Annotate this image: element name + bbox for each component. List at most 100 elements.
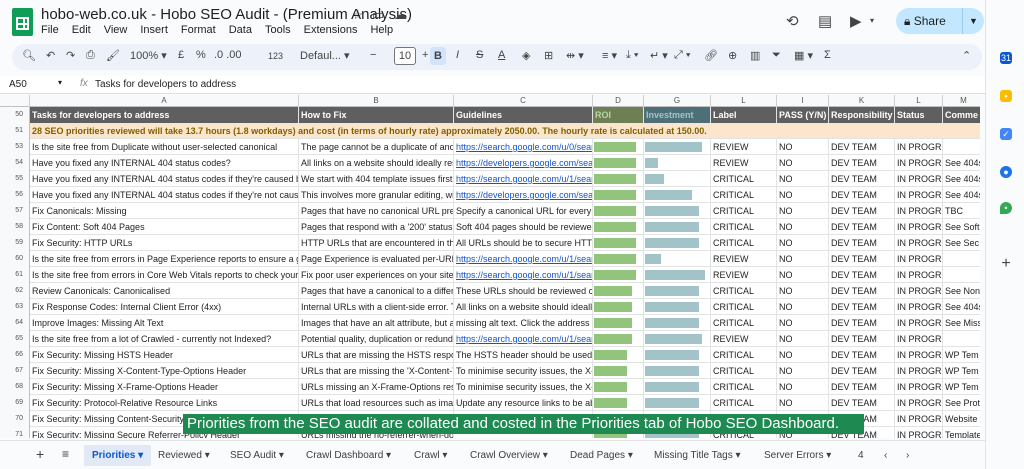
cell-task[interactable]: Have you fixed any INTERNAL 404 status c…: [30, 187, 299, 203]
cell-guide[interactable]: To minimise security issues, the X-: [454, 379, 593, 395]
cell-guide[interactable]: missing alt text. Click the address: [454, 315, 593, 331]
cell-inv[interactable]: [644, 187, 711, 203]
sheets-logo-icon[interactable]: [12, 8, 33, 36]
cell-status[interactable]: IN PROGR: [895, 379, 943, 395]
cell-comment[interactable]: WP Tem: [943, 363, 980, 379]
cell-roi[interactable]: [593, 203, 644, 219]
cell-fix[interactable]: Pages that respond with a '200' status: [299, 219, 454, 235]
cell-status[interactable]: IN PROGRESS: [895, 251, 943, 267]
cell-inv[interactable]: [644, 171, 711, 187]
cell-pass[interactable]: NO: [777, 187, 829, 203]
cell-guide[interactable]: All URLs should be to secure HTTI: [454, 235, 593, 251]
cell-guide[interactable]: Update any resource links to be ab: [454, 395, 593, 411]
star-icon[interactable]: ☆: [352, 7, 364, 23]
cell-fix[interactable]: Pages that have no canonical URL pre: [299, 203, 454, 219]
cell-status[interactable]: IN PROGR: [895, 299, 943, 315]
cell-comment[interactable]: See 404s: [943, 171, 980, 187]
font-size-decrease-icon[interactable]: −: [370, 49, 376, 61]
guide-text[interactable]: https://search.google.com/u/0/sear: [456, 142, 592, 152]
guide-text[interactable]: Specify a canonical URL for every: [456, 206, 591, 216]
cell-pass[interactable]: NO: [777, 171, 829, 187]
tasks-icon[interactable]: ✓: [1000, 128, 1012, 140]
cell-fix[interactable]: Images that have an alt attribute, but a…: [299, 315, 454, 331]
redo-icon[interactable]: ↷: [66, 49, 75, 62]
tab-missing-title-tags[interactable]: Missing Title Tags ▾: [654, 450, 741, 461]
cell-task[interactable]: Is the site free from errors in Page Exp…: [30, 251, 299, 267]
calendar-icon[interactable]: 31: [1000, 52, 1012, 64]
cell-guide[interactable]: The HSTS header should be used: [454, 347, 593, 363]
header-cell-5[interactable]: Label: [711, 107, 777, 123]
summary-note-text[interactable]: 28 SEO priorities reviewed will take 13.…: [30, 123, 980, 139]
text-wrap-icon[interactable]: ↵ ▾: [650, 49, 668, 62]
header-cell-6[interactable]: PASS (Y/N): [777, 107, 829, 123]
contacts-icon[interactable]: ●: [1000, 166, 1012, 178]
cell-roi[interactable]: [593, 155, 644, 171]
meet-dropdown-icon[interactable]: ▾: [870, 16, 874, 25]
cell-resp[interactable]: DEV TEAM: [829, 283, 895, 299]
column-header-i[interactable]: I: [777, 95, 829, 107]
cell-comment[interactable]: WP Tem: [943, 379, 980, 395]
guide-text[interactable]: https://developers.google.com/sea: [456, 158, 592, 168]
cell-inv[interactable]: [644, 251, 711, 267]
menu-item-edit[interactable]: Edit: [72, 24, 91, 36]
cell-pass[interactable]: NO: [777, 267, 829, 283]
tab-dead-pages[interactable]: Dead Pages ▾: [570, 450, 633, 461]
cell-comment[interactable]: See Soft: [943, 219, 980, 235]
cell-comment[interactable]: See 404s: [943, 187, 980, 203]
cell-inv[interactable]: [644, 219, 711, 235]
cell-label[interactable]: CRITICAL: [711, 395, 777, 411]
all-sheets-icon[interactable]: ≡: [62, 447, 69, 461]
guide-text[interactable]: https://search.google.com/u/1/sear: [456, 174, 592, 184]
tab-dropdown-icon[interactable]: ▾: [823, 450, 831, 461]
column-header-l[interactable]: L: [711, 95, 777, 107]
tab-4[interactable]: 4: [858, 450, 864, 461]
cell-inv[interactable]: [644, 331, 711, 347]
cell-comment[interactable]: See Sec: [943, 235, 980, 251]
cell-status[interactable]: IN PROGR: [895, 235, 943, 251]
tab-seo-audit[interactable]: SEO Audit ▾: [230, 450, 284, 461]
collapse-toolbar-icon[interactable]: ⌃: [962, 49, 971, 62]
guide-text[interactable]: These URLs should be reviewed c: [456, 286, 592, 296]
move-folder-icon[interactable]: ▭: [372, 7, 384, 23]
undo-icon[interactable]: ↶: [46, 49, 55, 62]
header-cell-8[interactable]: Status: [895, 107, 943, 123]
cell-guide[interactable]: https://search.google.com/u/0/sear: [454, 139, 593, 155]
tab-crawl-overview[interactable]: Crawl Overview ▾: [470, 450, 548, 461]
cell-status[interactable]: IN PROGRE: [895, 171, 943, 187]
tab-dropdown-icon[interactable]: ▾: [202, 450, 210, 461]
cell-comment[interactable]: See Prot: [943, 395, 980, 411]
cell-pass[interactable]: NO: [777, 139, 829, 155]
share-button[interactable]: 🔒︎ Share ▼: [896, 8, 984, 34]
cell-roi[interactable]: [593, 347, 644, 363]
cell-roi[interactable]: [593, 299, 644, 315]
cell-status[interactable]: IN PROGR: [895, 427, 943, 438]
row-number[interactable]: 59: [0, 235, 30, 251]
cell-label[interactable]: CRITICAL: [711, 299, 777, 315]
cell-guide[interactable]: https://search.google.com/u/1/sear: [454, 331, 593, 347]
cell-guide[interactable]: https://search.google.com/u/1/sear: [454, 251, 593, 267]
cell-label[interactable]: REVIEW: [711, 155, 777, 171]
cell-fix[interactable]: Page Experience is evaluated per-URL: [299, 251, 454, 267]
column-header-a[interactable]: A: [30, 95, 299, 107]
select-all-corner[interactable]: [0, 95, 30, 107]
menu-item-insert[interactable]: Insert: [140, 24, 168, 36]
font-select[interactable]: Defaul... ▾: [300, 49, 350, 62]
tab-reviewed[interactable]: Reviewed ▾: [158, 450, 210, 461]
font-size-increase-icon[interactable]: +: [422, 49, 428, 61]
guide-text[interactable]: All links on a website should ideall: [456, 302, 592, 312]
cell-inv[interactable]: [644, 267, 711, 283]
add-addon-icon[interactable]: +: [1000, 256, 1012, 272]
cell-inv[interactable]: [644, 379, 711, 395]
version-history-icon[interactable]: ⟲: [786, 12, 799, 30]
cell-roi[interactable]: [593, 219, 644, 235]
tabs-scroll-right-icon[interactable]: ›: [906, 450, 909, 461]
header-cell-4[interactable]: Investment: [644, 107, 711, 123]
menu-item-file[interactable]: File: [41, 24, 59, 36]
cell-fix[interactable]: URLs that are missing the 'X-Content-T: [299, 363, 454, 379]
cell-label[interactable]: CRITICAL: [711, 363, 777, 379]
row-number[interactable]: 57: [0, 203, 30, 219]
guide-text[interactable]: https://search.google.com/u/1/sear: [456, 270, 592, 280]
cell-guide[interactable]: These URLs should be reviewed c: [454, 283, 593, 299]
cell-task[interactable]: Improve Images: Missing Alt Text: [30, 315, 299, 331]
cell-task[interactable]: Review Canonicals: Canonicalised: [30, 283, 299, 299]
